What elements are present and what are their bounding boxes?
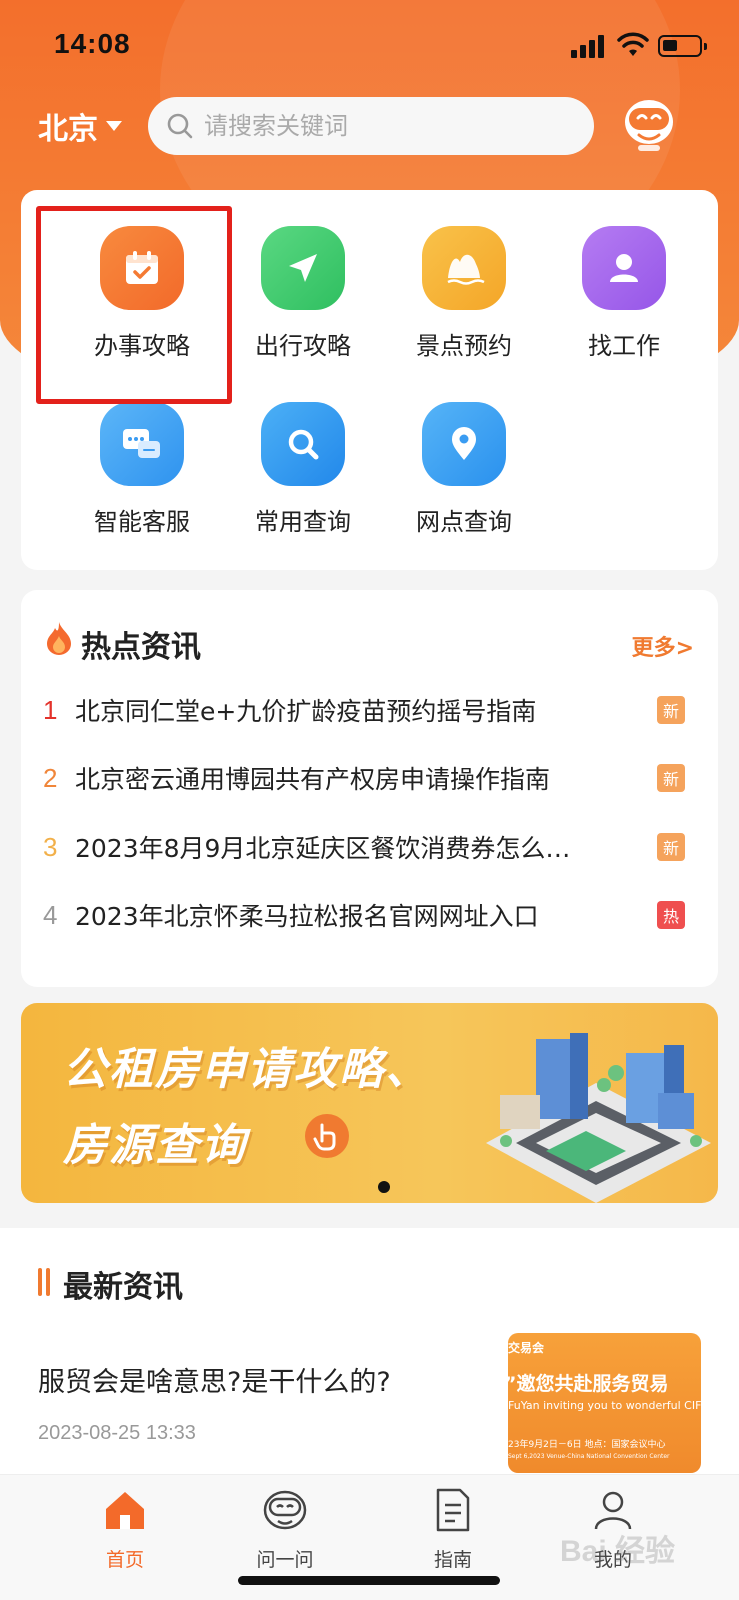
- banner-title-line2: 房源查询: [63, 1120, 247, 1171]
- hot-badge: 热: [657, 901, 685, 929]
- document-icon: [436, 1488, 470, 1532]
- news-text: 2023年北京怀柔马拉松报名官网网址入口: [75, 902, 539, 931]
- section-bar-icon: [38, 1268, 52, 1296]
- new-badge: 新: [657, 833, 685, 861]
- tap-hand-icon: [305, 1114, 349, 1158]
- home-icon: [106, 1492, 144, 1529]
- fire-hot-icon: [47, 622, 71, 655]
- city-buildings-illustration: [486, 1033, 711, 1203]
- thumb-text-2: ”邀您共赴服务贸易: [508, 1373, 669, 1395]
- tab-label: 指南: [433, 1549, 472, 1571]
- news-rank: 3: [43, 831, 58, 862]
- service-zhineng-kefu[interactable]: 智能客服: [67, 402, 217, 537]
- home-indicator[interactable]: [238, 1576, 500, 1585]
- city-label: 北京: [38, 112, 98, 147]
- news-rank: 4: [43, 899, 58, 930]
- service-chuxing-gonglve[interactable]: 出行攻略: [228, 226, 378, 361]
- tab-guide[interactable]: 指南: [398, 1485, 508, 1572]
- news-text: 北京密云通用博园共有产权房申请操作指南: [75, 765, 551, 794]
- status-bar: 14:08: [0, 0, 739, 92]
- carousel-dot[interactable]: [378, 1181, 390, 1193]
- mountain-icon: [422, 226, 506, 310]
- tab-home[interactable]: 首页: [70, 1485, 180, 1572]
- chat-bubbles-icon: [100, 402, 184, 486]
- search-icon: [167, 113, 193, 139]
- news-item-2[interactable]: 2 北京密云通用博园共有产权房申请操作指南 新: [43, 753, 693, 803]
- thumb-text-5: Sept 6,2023 Venue-China National Convent…: [508, 1453, 670, 1460]
- news-text: 北京同仁堂e+九价扩龄疫苗预约摇号指南: [75, 697, 537, 726]
- services-card: 办事攻略 出行攻略 景点预约 找工作 智能客服 常用查询 网点查询: [21, 190, 718, 570]
- search-input[interactable]: [204, 112, 584, 140]
- wifi-icon: [617, 32, 649, 56]
- thumb-text-1: 交易会: [508, 1341, 545, 1355]
- watermark: Bai 经验: [560, 1535, 676, 1568]
- news-rank: 2: [43, 762, 58, 793]
- service-banshi-gonglve[interactable]: 办事攻略: [67, 226, 217, 361]
- service-label: 景点预约: [416, 332, 512, 360]
- robot-icon: [263, 1490, 307, 1530]
- article-title[interactable]: 服贸会是啥意思?是干什么的?: [38, 1360, 391, 1399]
- city-selector[interactable]: 北京: [38, 104, 122, 148]
- signal-icon: [571, 34, 607, 58]
- hot-news-card: 热点资讯 更多> 1 北京同仁堂e+九价扩龄疫苗预约摇号指南 新 2 北京密云通…: [21, 590, 718, 987]
- news-rank: 1: [43, 694, 58, 725]
- battery-icon: [658, 35, 707, 57]
- service-label: 网点查询: [416, 508, 512, 536]
- service-label: 办事攻略: [94, 332, 190, 360]
- robot-assistant-icon[interactable]: [618, 93, 680, 155]
- calendar-check-icon: [100, 226, 184, 310]
- promo-banner[interactable]: 公租房申请攻略、 房源查询: [21, 1003, 718, 1203]
- more-link[interactable]: 更多>: [632, 630, 694, 662]
- new-badge: 新: [657, 696, 685, 724]
- search-bar[interactable]: [148, 97, 594, 155]
- news-item-4[interactable]: 4 2023年北京怀柔马拉松报名官网网址入口 热: [43, 890, 693, 940]
- new-badge: 新: [657, 764, 685, 792]
- news-item-3[interactable]: 3 2023年8月9月北京延庆区餐饮消费券怎么… 新: [43, 822, 693, 872]
- thumb-text-3: FuYan inviting you to wonderful CIFTIS: [508, 1399, 701, 1412]
- person-icon: [582, 226, 666, 310]
- thumb-text-4: 23年9月2日－6日 地点：国家会议中心: [508, 1440, 666, 1450]
- service-changyong-chaxun[interactable]: 常用查询: [228, 402, 378, 537]
- news-text: 2023年8月9月北京延庆区餐饮消费券怎么…: [75, 834, 571, 863]
- banner-title-line1: 公租房申请攻略、: [63, 1044, 431, 1095]
- service-label: 智能客服: [94, 508, 190, 536]
- caret-down-icon: [106, 121, 122, 131]
- location-pin-icon: [422, 402, 506, 486]
- latest-news-title: 最新资讯: [63, 1270, 183, 1305]
- tab-label: 问一问: [256, 1549, 314, 1571]
- status-time: 14:08: [54, 28, 131, 59]
- article-thumbnail[interactable]: 交易会 ”邀您共赴服务贸易 FuYan inviting you to wond…: [508, 1333, 701, 1473]
- service-label: 出行攻略: [255, 332, 351, 360]
- article-timestamp: 2023-08-25 13:33: [38, 1422, 196, 1444]
- service-zhao-gongzuo[interactable]: 找工作: [549, 226, 699, 361]
- service-wangdian-chaxun[interactable]: 网点查询: [389, 402, 539, 537]
- send-arrow-icon: [261, 226, 345, 310]
- hot-news-title: 热点资讯: [81, 630, 201, 665]
- tab-label: 首页: [105, 1549, 144, 1571]
- magnifier-icon: [261, 402, 345, 486]
- news-item-1[interactable]: 1 北京同仁堂e+九价扩龄疫苗预约摇号指南 新: [43, 685, 693, 735]
- tab-ask[interactable]: 问一问: [230, 1485, 340, 1572]
- service-jingdian-yuyue[interactable]: 景点预约: [389, 226, 539, 361]
- service-label: 找工作: [588, 332, 660, 360]
- service-label: 常用查询: [255, 508, 351, 536]
